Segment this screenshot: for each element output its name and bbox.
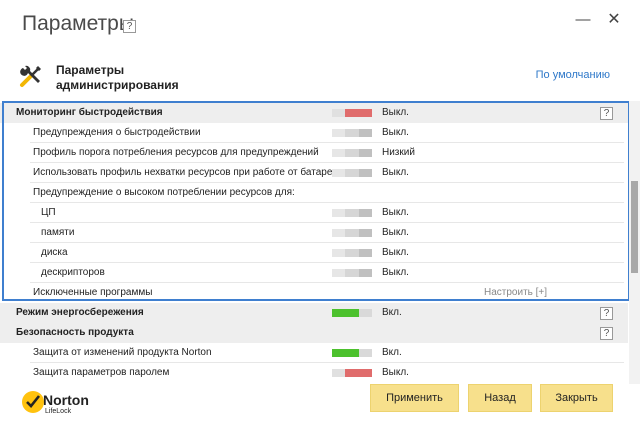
- toggle-value: Низкий: [382, 147, 415, 158]
- setting-tamper-protection: Защита от изменений продукта Norton Вкл.: [0, 343, 628, 363]
- setting-memory: памяти Выкл.: [0, 223, 628, 243]
- setting-password-protection: Защита параметров паролем Выкл.: [0, 363, 628, 383]
- toggle-switch[interactable]: [332, 349, 372, 357]
- defaults-link[interactable]: По умолчанию: [536, 69, 610, 81]
- setting-label: Исключенные программы: [33, 287, 153, 298]
- setting-label: памяти: [41, 227, 75, 238]
- toggle-switch[interactable]: [332, 269, 372, 277]
- help-icon[interactable]: ?: [123, 20, 136, 33]
- toggle-value: Выкл.: [382, 167, 409, 178]
- configure-link[interactable]: Настроить [+]: [484, 283, 547, 303]
- toggle-switch[interactable]: [332, 169, 372, 177]
- toggle-switch[interactable]: [332, 369, 372, 377]
- toggle-switch[interactable]: [332, 309, 372, 317]
- scrollbar[interactable]: [629, 101, 640, 384]
- norton-check-icon: [22, 391, 44, 413]
- help-icon[interactable]: ?: [600, 307, 613, 320]
- toggle-value: Выкл.: [382, 107, 409, 118]
- setting-label: дескрипторов: [41, 267, 105, 278]
- toggle-switch[interactable]: [332, 129, 372, 137]
- toggle-switch[interactable]: [332, 229, 372, 237]
- setting-handles: дескрипторов Выкл.: [0, 263, 628, 283]
- norton-logo: Norton LifeLock: [22, 391, 102, 421]
- group-label: Мониторинг быстродействия: [16, 107, 163, 118]
- scrollbar-thumb[interactable]: [631, 181, 638, 273]
- toggle-value: Выкл.: [382, 127, 409, 138]
- setting-label: Использовать профиль нехватки ресурсов п…: [33, 167, 338, 178]
- close-window-button[interactable]: ✕: [601, 8, 627, 32]
- group-product-security[interactable]: Безопасность продукта ?: [0, 323, 628, 343]
- close-button[interactable]: Закрыть: [540, 384, 613, 412]
- toggle-value: Вкл.: [382, 307, 402, 318]
- admin-settings-header: Параметры администрирования По умолчанию: [18, 60, 618, 98]
- setting-label: ЦП: [41, 207, 56, 218]
- setting-cpu: ЦП Выкл.: [0, 203, 628, 223]
- toggle-value: Вкл.: [382, 347, 402, 358]
- setting-label: диска: [41, 247, 68, 258]
- toggle-switch[interactable]: [332, 249, 372, 257]
- toggle-switch[interactable]: [332, 109, 372, 117]
- group-power-saving[interactable]: Режим энергосбережения Вкл. ?: [0, 303, 628, 323]
- toggle-value: Выкл.: [382, 247, 409, 258]
- group-label: Режим энергосбережения: [16, 307, 144, 318]
- group-label: Безопасность продукта: [16, 327, 134, 338]
- toggle-value: Выкл.: [382, 267, 409, 278]
- window-title: Параметры: [22, 12, 134, 35]
- setting-threshold-profile: Профиль порога потребления ресурсов для …: [0, 143, 628, 163]
- brand-sub: LifeLock: [45, 408, 72, 415]
- settings-list: Мониторинг быстродействия Выкл. ? Предуп…: [0, 101, 640, 384]
- toggle-value: Выкл.: [382, 367, 409, 378]
- brand-name: Norton: [43, 392, 89, 408]
- help-icon[interactable]: ?: [600, 107, 613, 120]
- setting-battery-profile: Использовать профиль нехватки ресурсов п…: [0, 163, 628, 183]
- group-performance-monitoring[interactable]: Мониторинг быстродействия Выкл. ?: [0, 103, 628, 123]
- setting-label: Профиль порога потребления ресурсов для …: [33, 147, 319, 158]
- setting-label: Защита параметров паролем: [33, 367, 170, 378]
- footer: Norton LifeLock Применить Назад Закрыть: [0, 384, 640, 427]
- back-button[interactable]: Назад: [468, 384, 532, 412]
- wrench-screwdriver-icon: [20, 65, 41, 87]
- admin-settings-title: Параметры администрирования: [56, 63, 179, 92]
- setting-excluded-programs: Исключенные программы Настроить [+]: [0, 283, 628, 303]
- title-bar: Параметры ? — ✕: [0, 0, 640, 50]
- toggle-switch[interactable]: [332, 149, 372, 157]
- toggle-switch[interactable]: [332, 209, 372, 217]
- setting-label: Предупреждение о высоком потреблении рес…: [33, 187, 295, 198]
- setting-disk: диска Выкл.: [0, 243, 628, 263]
- minimize-button[interactable]: —: [570, 8, 596, 32]
- setting-label: Предупреждения о быстродействии: [33, 127, 201, 138]
- toggle-value: Выкл.: [382, 207, 409, 218]
- setting-performance-alerts: Предупреждения о быстродействии Выкл.: [0, 123, 628, 143]
- toggle-value: Выкл.: [382, 227, 409, 238]
- help-icon[interactable]: ?: [600, 327, 613, 340]
- setting-label: Защита от изменений продукта Norton: [33, 347, 212, 358]
- setting-high-usage-header: Предупреждение о высоком потреблении рес…: [0, 183, 628, 203]
- apply-button[interactable]: Применить: [370, 384, 459, 412]
